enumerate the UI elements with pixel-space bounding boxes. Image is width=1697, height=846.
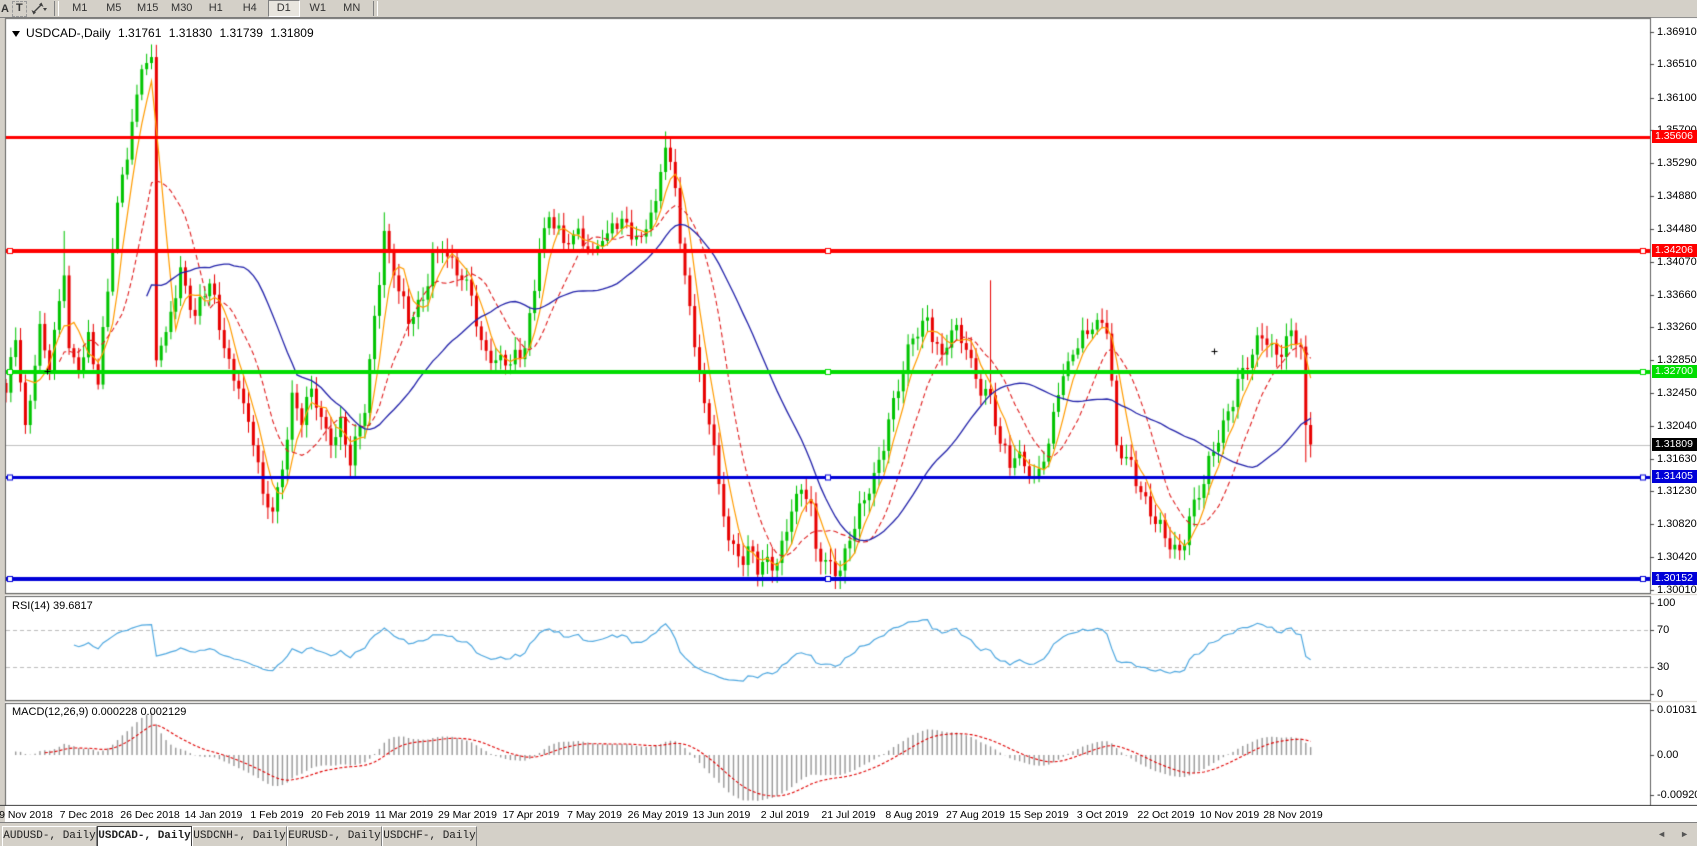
timeframe-button-group: M1M5M15M30H1H4D1W1MN	[63, 0, 369, 17]
timeframe-button-h1[interactable]: H1	[200, 0, 232, 17]
level-price-tag: 1.34206	[1652, 244, 1697, 257]
toolbar-corner-label: A	[1, 3, 11, 15]
tab-scroll-right-icon[interactable]: ►	[1680, 828, 1689, 840]
ohlc-high: 1.31830	[169, 26, 212, 40]
price-axis-tick-label: 1.33660	[1657, 289, 1697, 301]
chart-dropdown-icon[interactable]	[12, 31, 20, 37]
price-axis-tick-label: 1.36510	[1657, 58, 1697, 70]
level-price-tag: 1.32700	[1652, 365, 1697, 378]
price-axis-tick-label: 1.36100	[1657, 92, 1697, 104]
diagonal-arrows-icon	[31, 2, 47, 15]
level-price-tag: 1.35606	[1652, 130, 1697, 143]
price-axis-tick-label: 1.36910	[1657, 26, 1697, 38]
rsi-indicator-header: RSI(14) 39.6817	[12, 600, 93, 612]
ohlc-open: 1.31761	[118, 26, 161, 40]
ohlc-close: 1.31809	[270, 26, 313, 40]
price-axis-tick-label: 1.31630	[1657, 453, 1697, 465]
date-axis-label: 7 May 2019	[567, 809, 622, 821]
timeframe-button-h4[interactable]: H4	[234, 0, 266, 17]
rsi-axis-tick-label: 0	[1657, 688, 1663, 700]
date-axis-label: 26 May 2019	[628, 809, 689, 821]
timeframe-button-w1[interactable]: W1	[302, 0, 334, 17]
date-axis-label: 17 Apr 2019	[503, 809, 560, 821]
macd-axis-tick-label: -0.009203	[1657, 789, 1697, 801]
date-axis-label: 14 Jan 2019	[185, 809, 243, 821]
date-axis-label: 27 Aug 2019	[946, 809, 1005, 821]
price-axis-tick-label: 1.32040	[1657, 420, 1697, 432]
ohlc-low: 1.31739	[220, 26, 263, 40]
date-axis-label: 13 Jun 2019	[693, 809, 751, 821]
level-price-tag: 1.31405	[1652, 470, 1697, 483]
macd-value-main: 0.000228	[91, 706, 137, 718]
price-axis-tick-label: 1.30420	[1657, 551, 1697, 563]
rsi-name: RSI(14)	[12, 600, 50, 612]
chart-tab-audusd[interactable]: AUDUSD-, Daily	[2, 826, 97, 846]
rsi-value: 39.6817	[53, 600, 93, 612]
chart-symbol-label: USDCAD-,Daily	[26, 26, 111, 40]
date-axis-label: 8 Aug 2019	[885, 809, 938, 821]
tab-scroll-controls: ◄ ►	[1657, 828, 1689, 840]
price-chart-canvas[interactable]	[0, 17, 1697, 806]
price-axis-tick-label: 1.34070	[1657, 256, 1697, 268]
date-axis-label: 21 Jul 2019	[821, 809, 875, 821]
date-axis-label: 1 Feb 2019	[250, 809, 303, 821]
cursor-tool-button[interactable]	[31, 2, 47, 15]
date-axis-label: 20 Feb 2019	[311, 809, 370, 821]
rsi-axis-tick-label: 100	[1657, 597, 1675, 609]
chart-tab-usdchf[interactable]: USDCHF-, Daily	[382, 826, 477, 846]
timeframe-button-m15[interactable]: M15	[132, 0, 164, 17]
macd-indicator-header: MACD(12,26,9) 0.000228 0.002129	[12, 706, 186, 718]
timeframe-button-mn[interactable]: MN	[336, 0, 368, 17]
mt4-terminal-window: A T M1M5M15M30H1H4D1W1MN USDCAD-,Daily 1…	[0, 0, 1697, 846]
price-axis-tick-label: 1.34480	[1657, 223, 1697, 235]
timeframe-button-m30[interactable]: M30	[166, 0, 198, 17]
price-axis-tick-label: 1.30010	[1657, 584, 1697, 596]
date-axis-label: 19 Nov 2018	[0, 809, 53, 821]
price-axis-tick-label: 1.33260	[1657, 321, 1697, 333]
chart-tab-usdcnh[interactable]: USDCNH-, Daily	[192, 826, 287, 846]
date-axis-label: 10 Nov 2019	[1200, 809, 1260, 821]
macd-value-signal: 0.002129	[140, 706, 186, 718]
date-axis-label: 26 Dec 2018	[120, 809, 180, 821]
chart-toolbar: A T M1M5M15M30H1H4D1W1MN	[0, 0, 1697, 18]
price-axis-tick-label: 1.30820	[1657, 518, 1697, 530]
chart-tab-eurusd[interactable]: EURUSD-, Daily	[287, 826, 382, 846]
macd-axis-tick-label: 0.00	[1657, 749, 1678, 761]
level-price-tag: 1.30152	[1652, 572, 1697, 585]
timeframe-button-d1[interactable]: D1	[268, 0, 300, 17]
date-axis-label: 15 Sep 2019	[1009, 809, 1069, 821]
date-axis-label: 11 Mar 2019	[375, 809, 433, 821]
rsi-axis-tick-label: 70	[1657, 624, 1669, 636]
text-label-tool-button[interactable]: T	[12, 1, 27, 17]
date-axis-label: 29 Mar 2019	[438, 809, 497, 821]
date-axis-label: 2 Jul 2019	[761, 809, 809, 821]
chart-ohlc-header: USDCAD-,Daily 1.31761 1.31830 1.31739 1.…	[12, 26, 318, 40]
timeframe-button-m5[interactable]: M5	[98, 0, 130, 17]
toolbar-separator	[54, 1, 59, 16]
date-axis-label: 22 Oct 2019	[1137, 809, 1194, 821]
price-axis-tick-label: 1.35290	[1657, 157, 1697, 169]
price-axis-tick-label: 1.32450	[1657, 387, 1697, 399]
macd-name: MACD(12,26,9)	[12, 706, 88, 718]
chart-tab-bar: AUDUSD-, DailyUSDCAD-, DailyUSDCNH-, Dai…	[0, 822, 1697, 846]
price-axis-tick-label: 1.31230	[1657, 485, 1697, 497]
tab-scroll-left-icon[interactable]: ◄	[1657, 828, 1666, 840]
chart-tab-usdcad[interactable]: USDCAD-, Daily	[97, 826, 192, 846]
rsi-axis-tick-label: 30	[1657, 661, 1669, 673]
date-axis-label: 7 Dec 2018	[60, 809, 114, 821]
toolbar-separator	[373, 1, 378, 16]
date-axis-label: 28 Nov 2019	[1263, 809, 1323, 821]
macd-axis-tick-label: 0.010311	[1657, 704, 1697, 716]
timeframe-button-m1[interactable]: M1	[64, 0, 96, 17]
date-axis-label: 3 Oct 2019	[1077, 809, 1128, 821]
price-axis-tick-label: 1.34880	[1657, 190, 1697, 202]
current-price-tag: 1.31809	[1652, 438, 1697, 451]
